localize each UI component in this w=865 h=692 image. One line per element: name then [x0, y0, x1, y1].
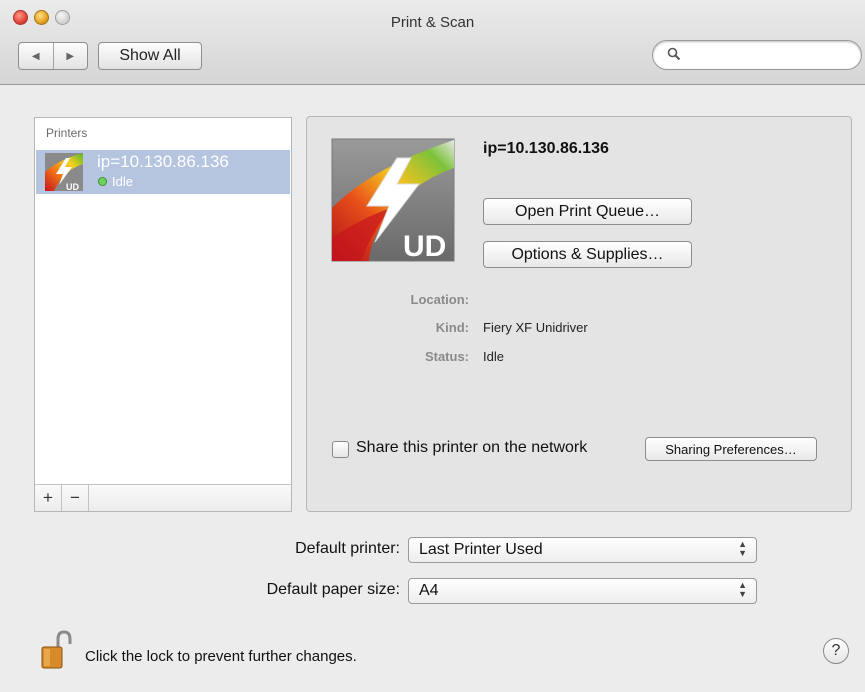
- printer-name: ip=10.130.86.136: [483, 140, 609, 157]
- show-all-button[interactable]: Show All: [98, 42, 202, 70]
- forward-button[interactable]: ▶: [54, 43, 88, 69]
- remove-printer-button[interactable]: −: [62, 485, 89, 511]
- status-value: Idle: [483, 349, 504, 364]
- lock-message: Click the lock to prevent further change…: [85, 648, 357, 665]
- default-paper-size-select[interactable]: A4 ▲ ▼: [408, 578, 757, 604]
- share-printer-checkbox[interactable]: [332, 441, 349, 458]
- default-printer-select[interactable]: Last Printer Used ▲ ▼: [408, 537, 757, 563]
- status-dot-icon: [98, 177, 107, 186]
- fiery-ud-large-printer-icon: UD: [331, 138, 455, 262]
- default-paper-size-value: A4: [419, 582, 439, 599]
- printer-list-item-name: ip=10.130.86.136: [97, 152, 229, 171]
- default-printer-label: Default printer:: [295, 540, 400, 557]
- kind-label: Kind:: [435, 320, 469, 335]
- printers-list: Printers UD ip=10.130.86.136 Idle + −: [34, 117, 292, 512]
- printers-list-header: Printers: [46, 126, 88, 140]
- printers-list-footer: + −: [35, 484, 291, 511]
- kind-value: Fiery XF Unidriver: [483, 320, 588, 335]
- printer-list-item-status: Idle: [98, 174, 133, 189]
- window-title: Print & Scan: [390, 14, 475, 31]
- printer-list-item[interactable]: UD ip=10.130.86.136 Idle: [36, 150, 290, 194]
- printer-detail-pane: UD ip=10.130.86.136 Open Print Queue… Op…: [306, 116, 852, 512]
- search-icon: [667, 47, 681, 61]
- status-label: Status:: [424, 349, 469, 364]
- back-forward-control: ◀ ▶: [18, 42, 88, 70]
- options-supplies-button[interactable]: Options & Supplies…: [483, 241, 692, 268]
- search-field[interactable]: [652, 40, 862, 70]
- back-button[interactable]: ◀: [19, 43, 54, 69]
- stepper-arrows-icon: ▲ ▼: [738, 580, 747, 599]
- default-printer-value: Last Printer Used: [419, 541, 543, 558]
- location-label: Location:: [410, 292, 470, 307]
- add-printer-button[interactable]: +: [35, 485, 62, 511]
- printer-list-item-status-text: Idle: [112, 174, 133, 189]
- stepper-arrows-icon: ▲ ▼: [738, 539, 747, 558]
- fiery-ud-printer-icon: UD: [45, 153, 83, 192]
- sharing-preferences-button[interactable]: Sharing Preferences…: [645, 437, 817, 461]
- help-button[interactable]: ?: [823, 638, 849, 664]
- unlocked-padlock-icon[interactable]: [40, 630, 74, 670]
- open-print-queue-button[interactable]: Open Print Queue…: [483, 198, 692, 225]
- share-printer-label[interactable]: Share this printer on the network: [356, 439, 587, 457]
- default-paper-size-label: Default paper size:: [266, 581, 400, 598]
- ud-badge-text: UD: [403, 230, 446, 262]
- svg-text:UD: UD: [66, 182, 79, 192]
- title-bar: Print & Scan ◀ ▶ Show All: [0, 0, 865, 85]
